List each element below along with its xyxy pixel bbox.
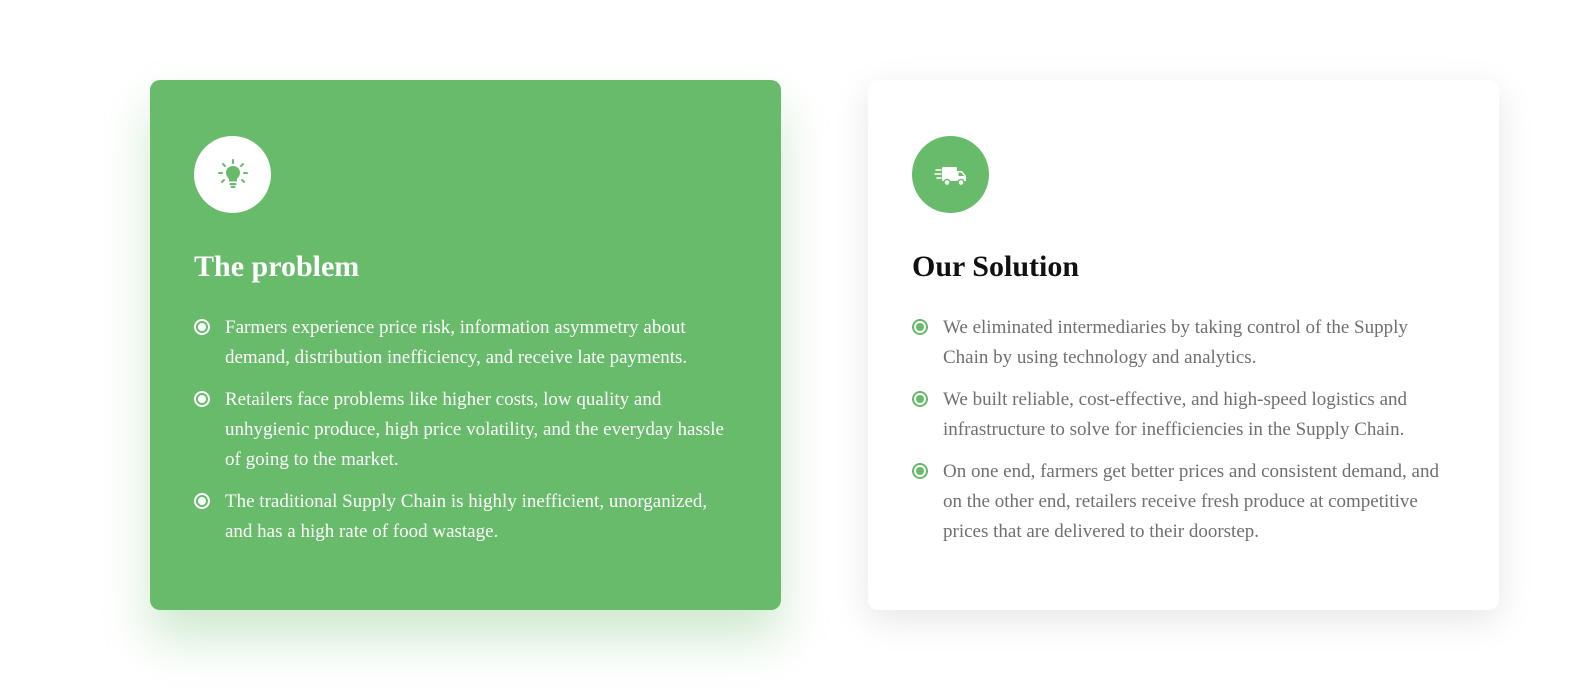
- list-item-text: Farmers experience price risk, informati…: [225, 317, 688, 368]
- list-item-text: The traditional Supply Chain is highly i…: [225, 491, 708, 542]
- solution-title: Our Solution: [912, 250, 1080, 283]
- list-item-text: On one end, farmers get better prices an…: [943, 461, 1439, 542]
- lightbulb-icon: [217, 158, 248, 188]
- solution-icon-circle: [912, 136, 989, 213]
- list-item: We built reliable, cost-effective, and h…: [912, 385, 1455, 445]
- problem-list: Farmers experience price risk, informati…: [194, 313, 737, 547]
- radio-bullet-icon: [194, 493, 210, 509]
- radio-bullet-icon: [912, 463, 928, 479]
- list-item: The traditional Supply Chain is highly i…: [194, 487, 737, 547]
- list-item-text: We eliminated intermediaries by taking c…: [943, 317, 1408, 368]
- radio-bullet-icon: [912, 319, 928, 335]
- delivery-truck-icon: [933, 166, 966, 186]
- list-item: We eliminated intermediaries by taking c…: [912, 313, 1455, 373]
- problem-title: The problem: [194, 250, 360, 283]
- radio-bullet-icon: [194, 391, 210, 407]
- radio-bullet-icon: [194, 319, 210, 335]
- list-item: Retailers face problems like higher cost…: [194, 385, 737, 475]
- list-item: Farmers experience price risk, informati…: [194, 313, 737, 373]
- list-item-text: Retailers face problems like higher cost…: [225, 389, 724, 470]
- list-item: On one end, farmers get better prices an…: [912, 457, 1455, 547]
- list-item-text: We built reliable, cost-effective, and h…: [943, 389, 1407, 440]
- problem-card: The problem Farmers experience price ris…: [150, 80, 781, 610]
- problem-icon-circle: [194, 136, 271, 213]
- solution-card: Our Solution We eliminated intermediarie…: [868, 80, 1499, 610]
- solution-list: We eliminated intermediaries by taking c…: [912, 313, 1455, 547]
- radio-bullet-icon: [912, 391, 928, 407]
